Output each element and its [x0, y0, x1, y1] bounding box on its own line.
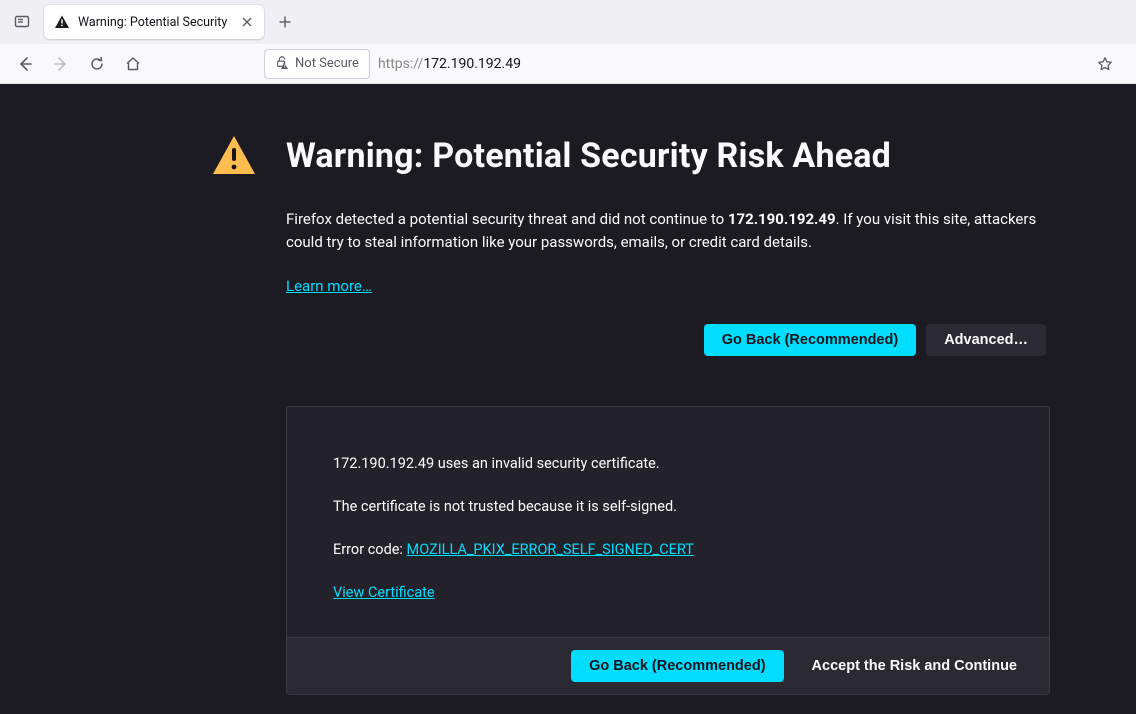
warning-triangle-icon	[54, 14, 70, 30]
address-bar[interactable]: Not Secure https://172.190.192.49	[264, 49, 1120, 79]
warning-paragraph-host: 172.190.192.49	[728, 210, 836, 228]
close-tab-button[interactable]	[238, 13, 256, 31]
warning-paragraph: Firefox detected a potential security th…	[286, 208, 1046, 255]
learn-more-link[interactable]: Learn more…	[286, 277, 372, 295]
accept-risk-button[interactable]: Accept the Risk and Continue	[794, 650, 1035, 682]
sidebar-toggle-button[interactable]	[6, 6, 38, 38]
tab-title: Warning: Potential Security Risk	[78, 15, 230, 30]
cert-error-line2: The certificate is not trusted because i…	[333, 496, 1003, 517]
page-content: Warning: Potential Security Risk Ahead F…	[0, 84, 1136, 714]
reload-button[interactable]	[82, 49, 112, 79]
security-indicator-label: Not Secure	[295, 56, 359, 71]
cert-error-line1: 172.190.192.49 uses an invalid security …	[333, 453, 1003, 474]
advanced-button[interactable]: Advanced…	[926, 324, 1046, 356]
go-back-button[interactable]: Go Back (Recommended)	[704, 324, 916, 356]
go-back-button-footer[interactable]: Go Back (Recommended)	[571, 650, 783, 682]
security-indicator[interactable]: Not Secure	[264, 49, 370, 79]
warning-triangle-icon	[210, 132, 258, 180]
home-button[interactable]	[118, 49, 148, 79]
page-heading: Warning: Potential Security Risk Ahead	[286, 136, 891, 176]
warning-paragraph-lead: Firefox detected a potential security th…	[286, 210, 728, 228]
lock-warning-icon	[275, 55, 289, 73]
new-tab-button[interactable]	[270, 7, 300, 37]
url-host: 172.190.192.49	[423, 56, 521, 72]
view-certificate-link[interactable]: View Certificate	[333, 584, 435, 601]
navigation-toolbar: Not Secure https://172.190.192.49	[0, 44, 1136, 84]
url-scheme: https://	[378, 56, 423, 72]
error-code-label: Error code:	[333, 541, 407, 558]
error-code-link[interactable]: MOZILLA_PKIX_ERROR_SELF_SIGNED_CERT	[407, 541, 694, 558]
tab-strip: Warning: Potential Security Risk	[0, 0, 1136, 44]
bookmark-star-button[interactable]	[1090, 49, 1120, 79]
forward-button[interactable]	[46, 49, 76, 79]
browser-tab[interactable]: Warning: Potential Security Risk	[44, 5, 264, 39]
url-text[interactable]: https://172.190.192.49	[376, 49, 1090, 79]
error-code-line: Error code: MOZILLA_PKIX_ERROR_SELF_SIGN…	[333, 539, 1003, 560]
advanced-details-panel: 172.190.192.49 uses an invalid security …	[286, 406, 1050, 695]
back-button[interactable]	[10, 49, 40, 79]
